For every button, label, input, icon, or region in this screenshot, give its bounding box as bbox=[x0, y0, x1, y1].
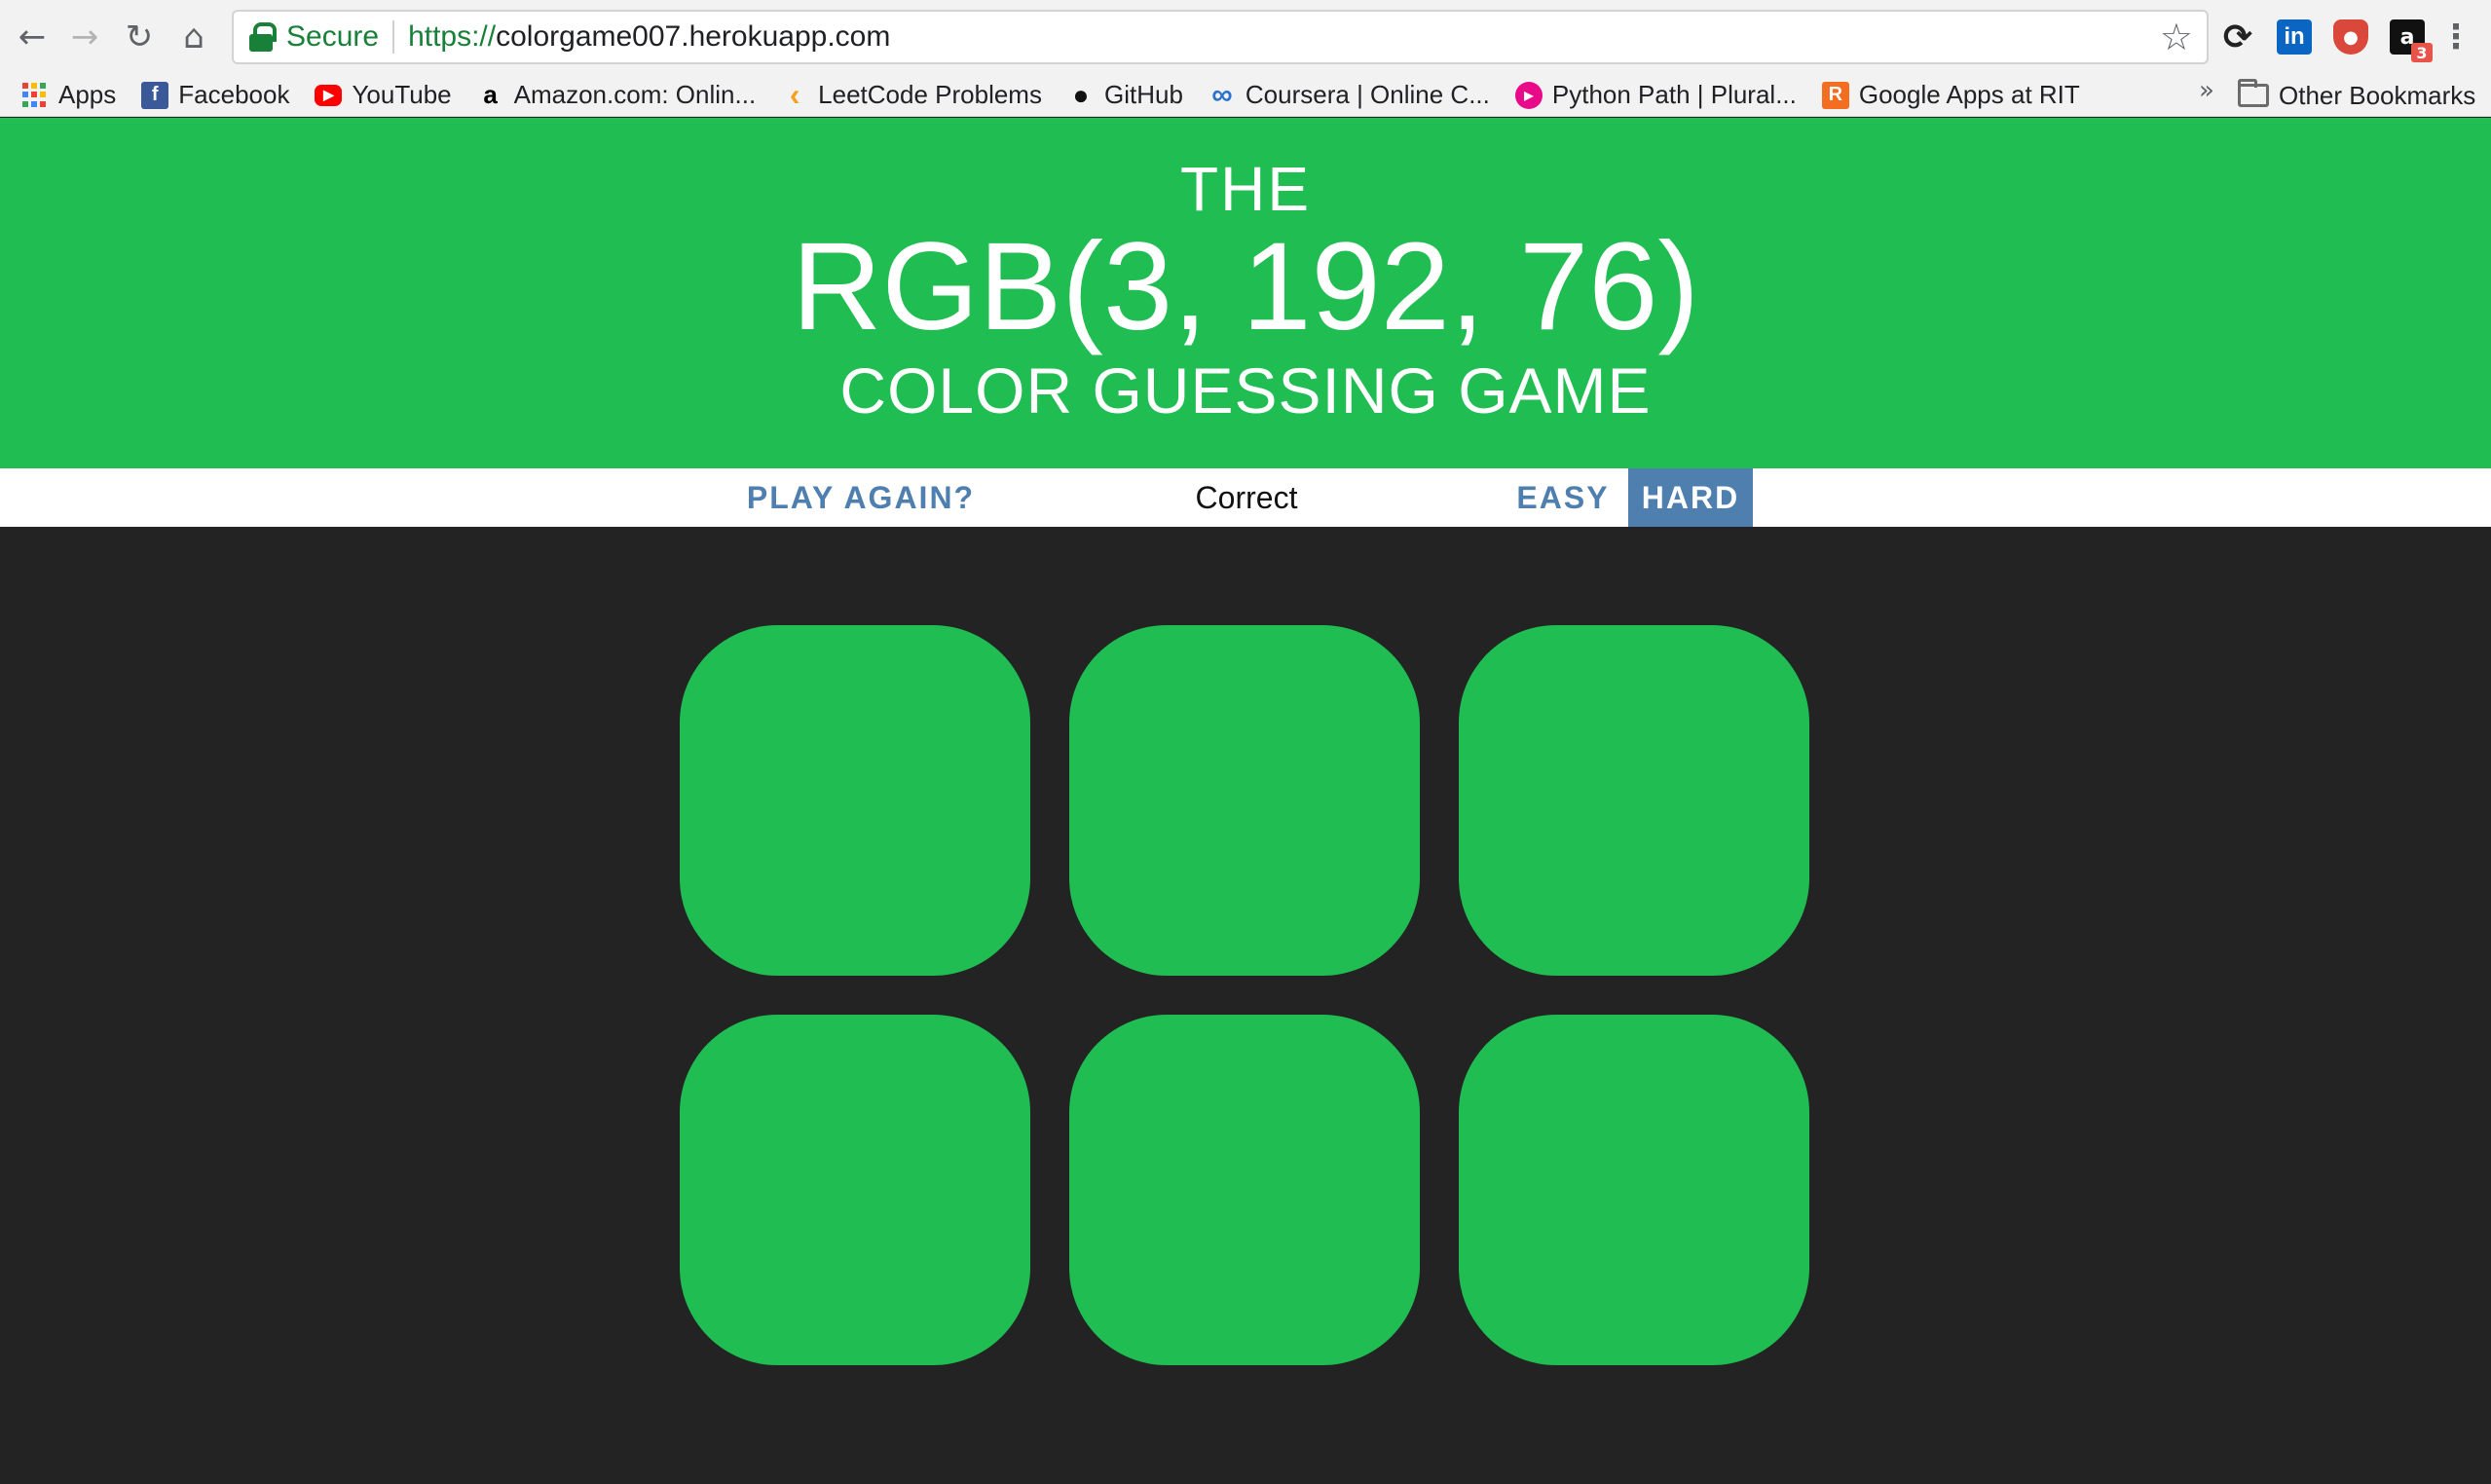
message-display: Correct bbox=[1195, 479, 1298, 515]
color-square[interactable] bbox=[1459, 1015, 1809, 1365]
facebook-icon: f bbox=[141, 81, 169, 109]
bookmark-youtube[interactable]: ▶ YouTube bbox=[315, 76, 452, 115]
reload-icon[interactable]: ↻ bbox=[115, 10, 164, 64]
bookmarks-bar: Apps f Facebook ▶ YouTube a Amazon.com: … bbox=[0, 74, 2491, 117]
bookmark-coursera[interactable]: ∞ Coursera | Online C... bbox=[1208, 76, 1490, 115]
play-again-button[interactable]: PLAY AGAIN? bbox=[728, 468, 993, 527]
leetcode-icon: ‹ bbox=[789, 77, 800, 112]
folder-icon bbox=[2238, 79, 2269, 107]
rit-icon: R bbox=[1821, 81, 1849, 109]
color-display: RGB(3, 192, 76) bbox=[792, 217, 1699, 356]
bookmark-label: Google Apps at RIT bbox=[1858, 80, 2080, 109]
color-square[interactable] bbox=[1459, 625, 1809, 976]
address-bar[interactable]: Secure https:// colorgame007.herokuapp.c… bbox=[232, 10, 2209, 64]
bookmarks-overflow-icon[interactable]: » bbox=[2199, 76, 2214, 105]
color-square[interactable] bbox=[680, 625, 1030, 976]
title-subtitle: COLOR GUESSING GAME bbox=[839, 354, 1652, 427]
lock-icon bbox=[249, 22, 277, 52]
easy-mode-button[interactable]: EASY bbox=[1500, 468, 1626, 527]
bookmark-facebook[interactable]: f Facebook bbox=[141, 76, 289, 115]
back-arrow-icon[interactable]: ← bbox=[8, 10, 56, 64]
url-host: colorgame007.herokuapp.com bbox=[496, 20, 891, 53]
address-separator bbox=[392, 20, 395, 54]
shield-icon[interactable]: ● bbox=[2333, 19, 2368, 55]
bookmark-amazon[interactable]: a Amazon.com: Onlin... bbox=[477, 76, 757, 115]
game-header: THE RGB(3, 192, 76) COLOR GUESSING GAME bbox=[0, 118, 2491, 468]
star-icon[interactable]: ☆ bbox=[2160, 16, 2193, 58]
other-bookmarks-label: Other Bookmarks bbox=[2279, 80, 2476, 110]
bookmark-label: Coursera | Online C... bbox=[1245, 80, 1490, 109]
browser-toolbar: ← → ↻ ⌂ Secure https:// colorgame007.her… bbox=[0, 0, 2491, 74]
linkedin-icon[interactable]: in bbox=[2277, 19, 2312, 55]
extensions-area: ⟳ in ● a 3 ⋮ bbox=[2220, 12, 2472, 62]
bookmark-label: Facebook bbox=[178, 80, 290, 109]
color-square[interactable] bbox=[680, 1015, 1030, 1365]
url-scheme: https:// bbox=[408, 20, 497, 53]
home-icon[interactable]: ⌂ bbox=[169, 10, 218, 64]
apps-grid-icon bbox=[21, 82, 49, 109]
bookmark-label: YouTube bbox=[352, 80, 452, 109]
bookmark-other[interactable]: Other Bookmarks bbox=[2238, 74, 2475, 117]
github-icon: ● bbox=[1072, 79, 1090, 110]
bookmark-label: GitHub bbox=[1103, 80, 1183, 109]
menu-icon[interactable]: ⋮ bbox=[2439, 18, 2472, 56]
bookmark-label: Amazon.com: Onlin... bbox=[513, 80, 757, 109]
forward-arrow-icon[interactable]: → bbox=[60, 10, 109, 64]
bookmark-apps[interactable]: Apps bbox=[21, 76, 116, 115]
bookmark-label: Python Path | Plural... bbox=[1551, 80, 1797, 109]
bookmark-leetcode[interactable]: ‹ LeetCode Problems bbox=[781, 76, 1042, 115]
hard-mode-button[interactable]: HARD bbox=[1628, 468, 1753, 527]
secure-label: Secure bbox=[286, 20, 380, 53]
extension-icon[interactable]: a 3 bbox=[2390, 19, 2433, 62]
amazon-icon: a bbox=[483, 80, 498, 109]
youtube-icon: ▶ bbox=[315, 84, 343, 106]
bookmark-rit[interactable]: R Google Apps at RIT bbox=[1821, 76, 2080, 115]
control-stripe: PLAY AGAIN? Correct EASY HARD bbox=[0, 468, 2491, 527]
sync-icon[interactable]: ⟳ bbox=[2220, 18, 2255, 57]
bookmark-github[interactable]: ● GitHub bbox=[1067, 76, 1183, 115]
color-square[interactable] bbox=[1069, 1015, 1420, 1365]
extension-badge: 3 bbox=[2411, 43, 2433, 62]
bookmark-label: LeetCode Problems bbox=[818, 80, 1042, 109]
bookmark-pluralsight[interactable]: ▶ Python Path | Plural... bbox=[1514, 76, 1797, 115]
coursera-icon: ∞ bbox=[1211, 78, 1233, 111]
pluralsight-icon: ▶ bbox=[1514, 81, 1543, 109]
title-the: THE bbox=[1180, 154, 1311, 224]
color-square[interactable] bbox=[1069, 625, 1420, 976]
bookmark-label: Apps bbox=[58, 80, 117, 109]
